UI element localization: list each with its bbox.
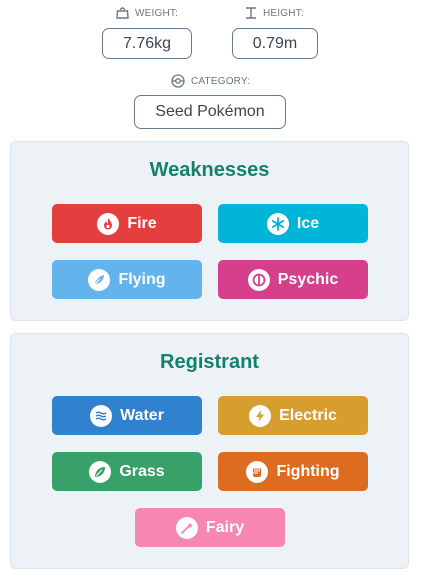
water-icon	[90, 404, 113, 427]
height-label: HEIGHT:	[245, 7, 304, 19]
category-label-text: CATEGORY:	[191, 75, 251, 87]
type-badge-fire[interactable]: Fire	[52, 204, 202, 243]
height-label-text: HEIGHT:	[263, 7, 304, 19]
weaknesses-panel: Weaknesses Fire Ice Flying Psychic	[10, 141, 409, 321]
fist-icon	[246, 460, 269, 483]
type-label: Fairy	[205, 518, 245, 536]
type-label: Psychic	[277, 270, 339, 288]
type-badge-electric[interactable]: Electric	[218, 396, 368, 435]
type-label: Flying	[118, 270, 166, 288]
psychic-icon	[247, 268, 270, 291]
type-badge-fairy[interactable]: Fairy	[135, 508, 285, 547]
type-badge-flying[interactable]: Flying	[52, 260, 202, 299]
category-value-text: Seed Pokémon	[155, 103, 265, 120]
type-label: Electric	[279, 406, 337, 424]
type-label: Ice	[296, 214, 320, 232]
lightning-icon	[249, 404, 272, 427]
weight-label-text: WEIGHT:	[135, 7, 179, 19]
weaknesses-title: Weaknesses	[149, 159, 270, 181]
type-badge-water[interactable]: Water	[52, 396, 202, 435]
weight-icon	[116, 7, 129, 19]
type-label: Grass	[119, 462, 165, 480]
fire-icon	[97, 212, 120, 235]
weight-value-text: 7.76kg	[122, 34, 172, 52]
type-badge-fighting[interactable]: Fighting	[218, 452, 368, 491]
weight-label: WEIGHT:	[116, 7, 178, 19]
feather-icon	[88, 268, 111, 291]
category-value: Seed Pokémon	[134, 95, 286, 129]
height-value: 0.79m	[232, 28, 318, 59]
type-label: Water	[120, 406, 164, 424]
registrant-title: Registrant	[160, 351, 259, 373]
snowflake-icon	[266, 212, 289, 235]
fairy-icon	[175, 516, 198, 539]
type-badge-ice[interactable]: Ice	[218, 204, 368, 243]
weight-value: 7.76kg	[102, 28, 192, 59]
height-value-text: 0.79m	[252, 34, 298, 52]
type-badge-grass[interactable]: Grass	[52, 452, 202, 491]
type-label: Fire	[127, 214, 157, 232]
height-icon	[245, 7, 257, 19]
pokeball-icon	[171, 74, 185, 88]
type-badge-psychic[interactable]: Psychic	[218, 260, 368, 299]
registrant-panel: Registrant Water Electric Grass Fighting…	[10, 333, 409, 569]
category-label: CATEGORY:	[171, 74, 250, 88]
leaf-icon	[89, 460, 112, 483]
type-label: Fighting	[276, 462, 340, 480]
